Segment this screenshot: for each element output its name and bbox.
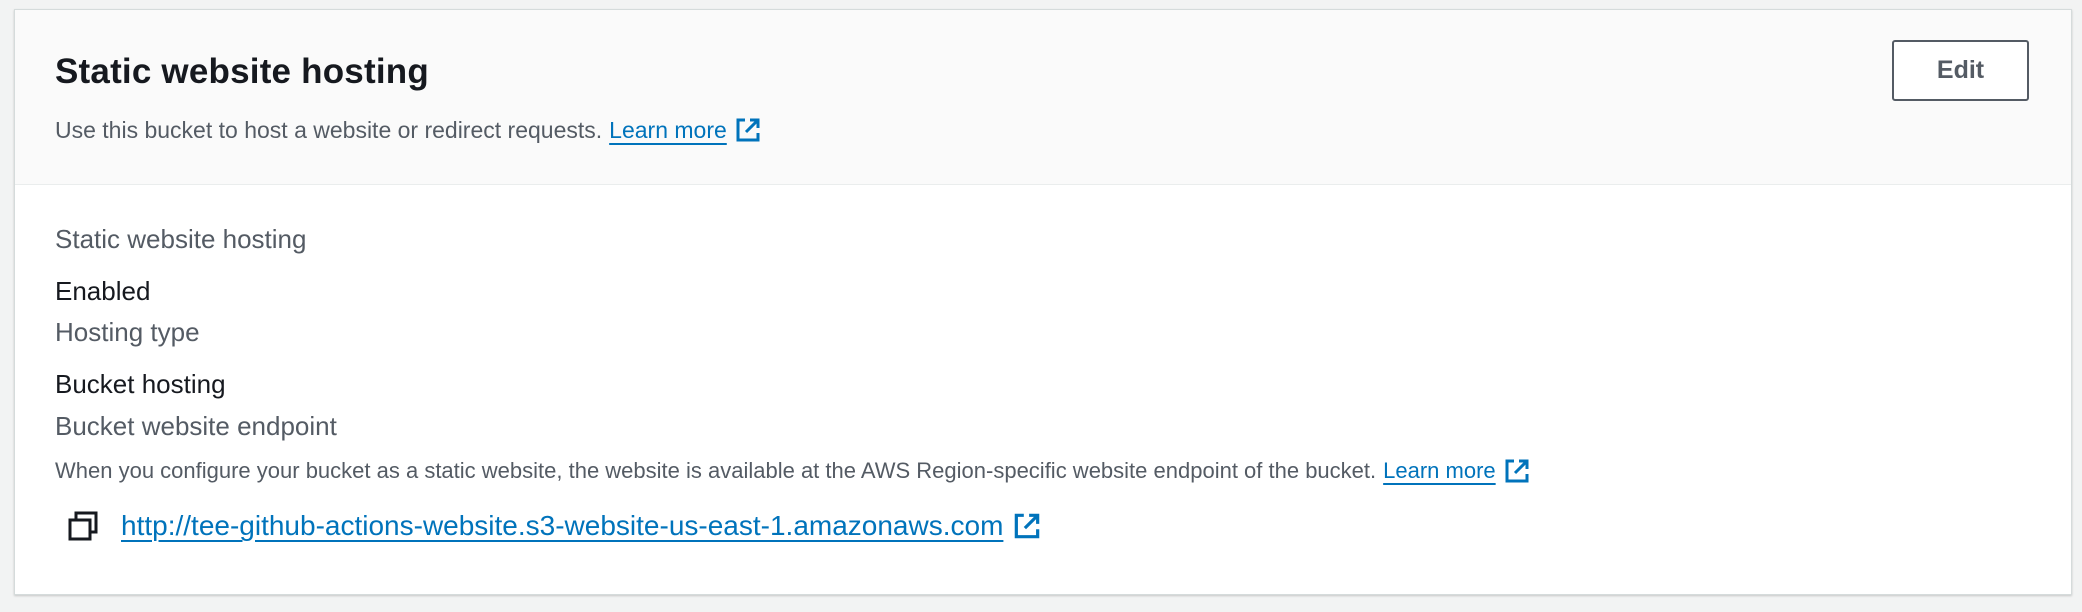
panel-description-text: Use this bucket to host a website or red… xyxy=(55,116,603,143)
learn-more-link[interactable]: Learn more xyxy=(609,117,727,144)
hosting-label: Static website hosting xyxy=(55,224,307,254)
panel-title: Static website hosting xyxy=(55,52,429,91)
edit-button[interactable]: Edit xyxy=(1892,40,2029,101)
hosting-value: Enabled xyxy=(55,276,151,306)
endpoint-description: When you configure your bucket as a stat… xyxy=(55,456,1532,486)
external-link-icon[interactable] xyxy=(1011,510,1043,542)
endpoint-label: Bucket website endpoint xyxy=(55,411,337,441)
external-link-icon[interactable] xyxy=(1502,456,1532,486)
endpoint-url: http://tee-github-actions-website.s3-web… xyxy=(121,510,1004,541)
endpoint-row: http://tee-github-actions-website.s3-web… xyxy=(67,510,1043,542)
static-website-hosting-panel: Static website hosting Use this bucket t… xyxy=(14,9,2072,595)
endpoint-url-link[interactable]: http://tee-github-actions-website.s3-web… xyxy=(121,510,1003,542)
hosting-type-value: Bucket hosting xyxy=(55,369,226,399)
endpoint-learn-more-label: Learn more xyxy=(1383,458,1496,483)
external-link-icon[interactable] xyxy=(733,115,763,145)
endpoint-description-text: When you configure your bucket as a stat… xyxy=(55,458,1377,483)
learn-more-label: Learn more xyxy=(609,116,727,143)
endpoint-learn-more-link[interactable]: Learn more xyxy=(1383,458,1496,484)
hosting-type-label: Hosting type xyxy=(55,317,200,347)
copy-icon[interactable] xyxy=(67,510,99,542)
panel-header: Static website hosting Use this bucket t… xyxy=(15,10,2071,185)
panel-description: Use this bucket to host a website or red… xyxy=(55,115,763,145)
